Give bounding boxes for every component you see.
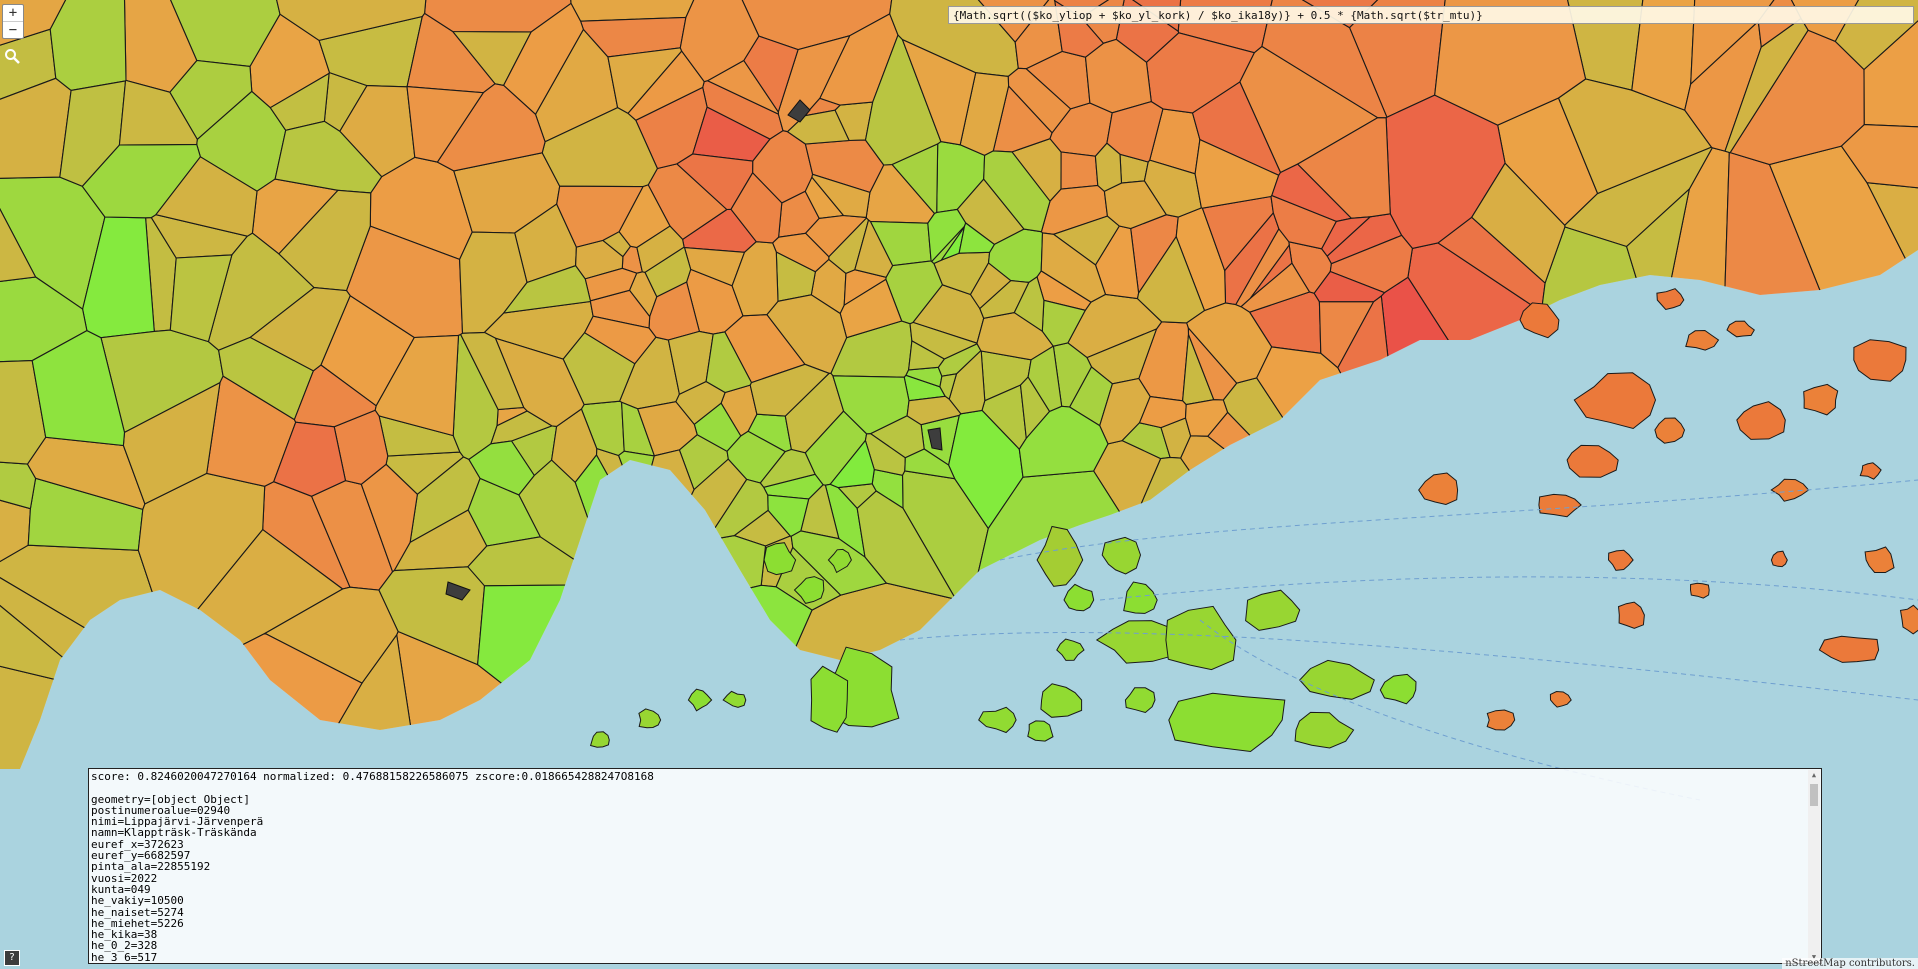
scroll-up-icon[interactable]: ▲ xyxy=(1808,770,1820,780)
info-attribute-line: kunta=049 xyxy=(91,882,151,896)
score-line: score: 0.8246020047270164 normalized: 0.… xyxy=(91,770,654,783)
info-attribute-line: euref_y=6682597 xyxy=(91,849,191,863)
zoom-control: + − xyxy=(2,4,24,39)
zoom-in-button[interactable]: + xyxy=(3,5,23,22)
info-attribute-line: he_naiset=5274 xyxy=(91,905,184,919)
info-attribute-line: namn=Klappträsk-Träskända xyxy=(91,826,257,840)
info-attribute-line xyxy=(91,782,1805,793)
map-attribution[interactable]: nStreetMap contributors. xyxy=(1782,958,1918,969)
info-attribute-line: he_0_2=328 xyxy=(91,939,158,953)
feature-info-content: score: 0.8246020047270164 normalized: 0.… xyxy=(91,771,1805,963)
info-attribute-line: postinumeroalue=02940 xyxy=(91,803,231,817)
formula-input[interactable] xyxy=(948,6,1914,24)
info-attribute-line: geometry=[object Object] xyxy=(91,792,250,806)
help-button[interactable]: ? xyxy=(4,950,20,966)
info-attribute-line: vuosi=2022 xyxy=(91,871,158,885)
info-attribute-line: euref_x=372623 xyxy=(91,837,184,851)
magnifier-icon[interactable] xyxy=(3,48,21,66)
info-attribute-line: he_3_6=517 xyxy=(91,950,158,964)
zoom-out-button[interactable]: − xyxy=(3,22,23,38)
feature-info-panel[interactable]: score: 0.8246020047270164 normalized: 0.… xyxy=(88,768,1822,964)
info-scrollbar[interactable]: ▲ ▼ xyxy=(1808,770,1820,962)
postal-region[interactable] xyxy=(1060,151,1099,190)
postal-region[interactable] xyxy=(49,0,127,91)
scroll-thumb[interactable] xyxy=(1810,784,1818,806)
info-attribute-line: nimi=Lippajärvi-Järvenperä xyxy=(91,815,264,829)
info-attribute-line: he_vakiy=10500 xyxy=(91,894,184,908)
info-attribute-line: he_kika=38 xyxy=(91,928,158,942)
info-attribute-line: he_miehet=5226 xyxy=(91,916,184,930)
info-attribute-line: he_7_12=929 xyxy=(91,963,164,964)
info-attribute-line: pinta_ala=22855192 xyxy=(91,860,211,874)
island-region[interactable] xyxy=(1689,582,1710,599)
